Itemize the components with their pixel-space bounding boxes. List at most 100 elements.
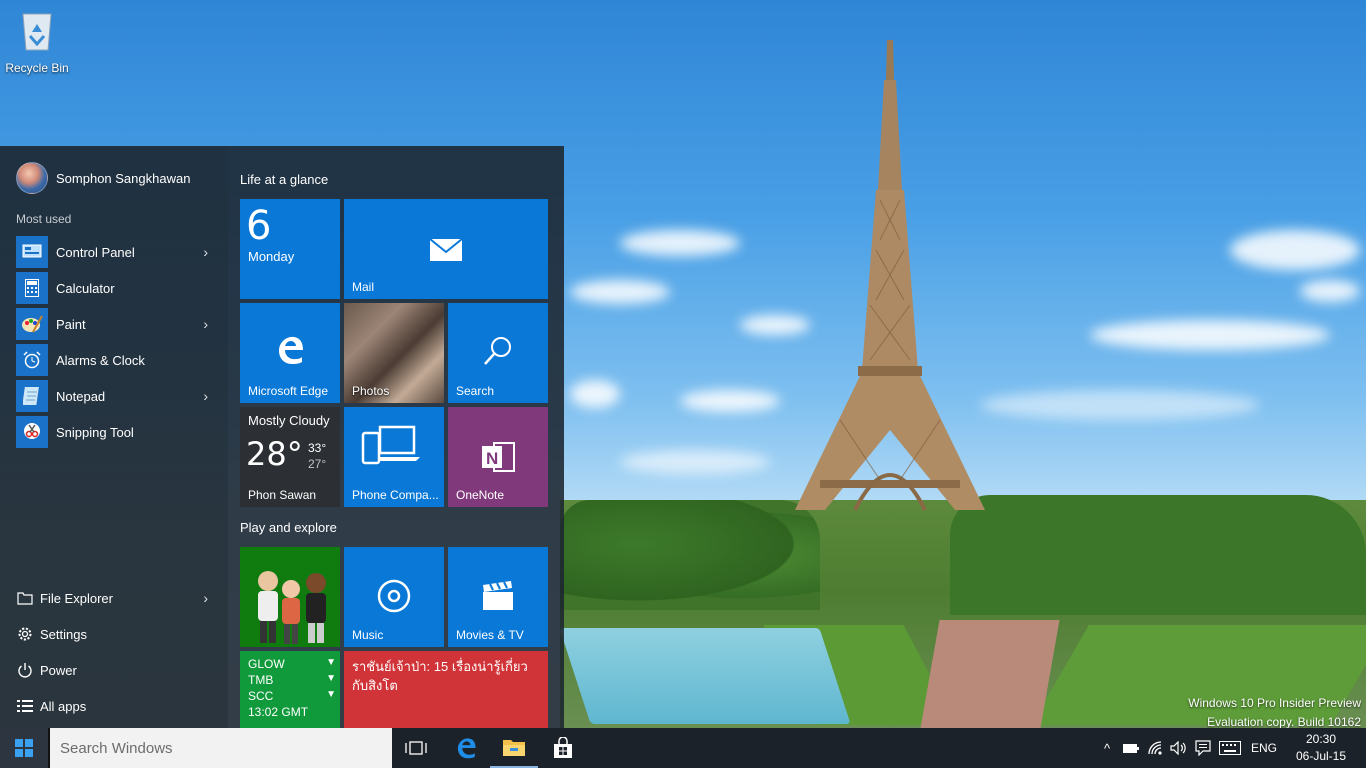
clock[interactable]: 20:30 06-Jul-15 [1296, 731, 1346, 765]
xbox-avatars-image [258, 571, 326, 644]
stock-symbol: GLOW [248, 657, 285, 671]
cloud [1230, 230, 1360, 270]
keyboard-icon [1219, 741, 1241, 755]
settings-item[interactable]: Settings [0, 616, 228, 652]
taskbar-store-button[interactable] [539, 728, 587, 768]
chevron-right-icon[interactable]: › [203, 244, 208, 260]
notification-icon [1195, 740, 1211, 756]
mail-icon [430, 239, 462, 261]
show-hidden-icons-button[interactable]: ^ [1096, 728, 1118, 768]
cloud [570, 380, 620, 408]
news-tile[interactable]: ราชันย์เจ้าป่า: 15 เรื่องน่ารู้เกี่ยวกับ… [344, 651, 548, 728]
paint-icon [16, 308, 48, 340]
task-view-button[interactable] [392, 728, 440, 768]
stock-row: SCC ▼ [248, 689, 336, 703]
calendar-day: 6 [246, 203, 272, 249]
stock-row: GLOW ▼ [248, 657, 336, 671]
all-apps-item[interactable]: All apps [0, 688, 228, 724]
cloud [620, 450, 770, 474]
calculator-icon [16, 272, 48, 304]
app-paint[interactable]: Paint › [0, 306, 228, 342]
search-placeholder: Search Windows [60, 739, 173, 757]
settings-label: Settings [40, 626, 87, 642]
movies-tv-tile[interactable]: Movies & TV [448, 547, 548, 647]
folder-icon [503, 740, 525, 756]
search-icon [484, 337, 511, 365]
action-center-button[interactable] [1192, 728, 1214, 768]
search-windows-input[interactable]: Search Windows [48, 728, 392, 768]
svg-text:N: N [486, 449, 498, 468]
taskbar: Search Windows ^ ENG 20:30 06-Jul-15 [0, 728, 1366, 768]
onenote-tile[interactable]: N OneNote [448, 407, 548, 507]
weather-tile[interactable]: Mostly Cloudy 28° 33° 27° Phon Sawan [240, 407, 340, 507]
wifi-icon [1148, 741, 1162, 755]
chevron-up-icon: ^ [1103, 740, 1111, 756]
windows-logo-icon [15, 739, 33, 757]
recycle-bin[interactable]: Recycle Bin [4, 8, 70, 75]
alarm-clock-icon [16, 344, 48, 376]
clock-time: 20:30 [1305, 732, 1336, 746]
phone-companion-icon [361, 425, 420, 465]
battery-tray-button[interactable] [1120, 728, 1142, 768]
app-notepad[interactable]: Notepad › [0, 378, 228, 414]
group-title-life: Life at a glance [240, 172, 329, 187]
app-label: Notepad [56, 388, 106, 404]
calendar-weekday: Monday [248, 249, 295, 264]
app-snipping-tool[interactable]: Snipping Tool [0, 414, 228, 450]
speaker-icon [1170, 741, 1186, 755]
plaza [920, 620, 1060, 728]
folder-icon [16, 589, 34, 607]
eiffel-tower-image [795, 40, 985, 511]
photos-tile[interactable]: Photos [344, 303, 444, 403]
weather-high: 33° [308, 441, 327, 455]
music-tile[interactable]: Music [344, 547, 444, 647]
calendar-tile[interactable]: 6 Monday [240, 199, 340, 299]
tile-label: Phone Compa... [352, 488, 439, 502]
money-tile[interactable]: GLOW ▼ TMB ▼ SCC ▼ 13:02 GMT [240, 651, 340, 728]
scissors-icon [16, 416, 48, 448]
file-explorer-label: File Explorer [40, 590, 113, 606]
language-indicator[interactable]: ENG [1248, 728, 1280, 768]
start-button[interactable] [0, 728, 48, 768]
gear-icon [16, 625, 34, 643]
chevron-right-icon[interactable]: › [203, 388, 208, 404]
recycle-bin-label: Recycle Bin [5, 61, 69, 75]
all-apps-label: All apps [40, 698, 87, 714]
tile-label: Mail [352, 280, 375, 294]
down-arrow-icon: ▼ [326, 689, 336, 700]
user-account[interactable]: Somphon Sangkhawan [16, 162, 190, 194]
stock-time: 13:02 GMT [248, 705, 309, 719]
edge-tile[interactable]: Microsoft Edge [240, 303, 340, 403]
most-used-list: Control Panel › Calculator Paint › Alarm… [0, 234, 228, 450]
cloud [570, 280, 670, 304]
power-label: Power [40, 662, 77, 678]
volume-tray-button[interactable] [1168, 728, 1190, 768]
app-label: Snipping Tool [56, 424, 134, 440]
chevron-right-icon[interactable]: › [203, 590, 208, 606]
touch-keyboard-button[interactable] [1216, 728, 1244, 768]
taskbar-edge-button[interactable] [442, 728, 490, 768]
store-bag-icon [554, 737, 572, 758]
task-view-icon [405, 741, 427, 755]
app-control-panel[interactable]: Control Panel › [0, 234, 228, 270]
stock-symbol: TMB [248, 673, 274, 687]
most-used-heading: Most used [16, 212, 72, 226]
weather-condition: Mostly Cloudy [248, 413, 330, 428]
stock-symbol: SCC [248, 689, 274, 703]
chevron-right-icon[interactable]: › [203, 316, 208, 332]
mail-tile[interactable]: Mail [344, 199, 548, 299]
phone-companion-tile[interactable]: Phone Compa... [344, 407, 444, 507]
start-menu: Somphon Sangkhawan Most used Control Pan… [0, 146, 564, 728]
power-item[interactable]: Power [0, 652, 228, 688]
clapperboard-icon [483, 581, 513, 610]
taskbar-file-explorer-button[interactable] [490, 728, 538, 768]
edge-icon [457, 738, 476, 759]
file-explorer-item[interactable]: File Explorer › [0, 580, 228, 616]
app-alarms-clock[interactable]: Alarms & Clock [0, 342, 228, 378]
app-calculator[interactable]: Calculator [0, 270, 228, 306]
trees [950, 495, 1366, 615]
xbox-tile[interactable] [240, 547, 340, 647]
tile-label: Movies & TV [456, 628, 524, 642]
search-tile[interactable]: Search [448, 303, 548, 403]
network-tray-button[interactable] [1144, 728, 1168, 768]
